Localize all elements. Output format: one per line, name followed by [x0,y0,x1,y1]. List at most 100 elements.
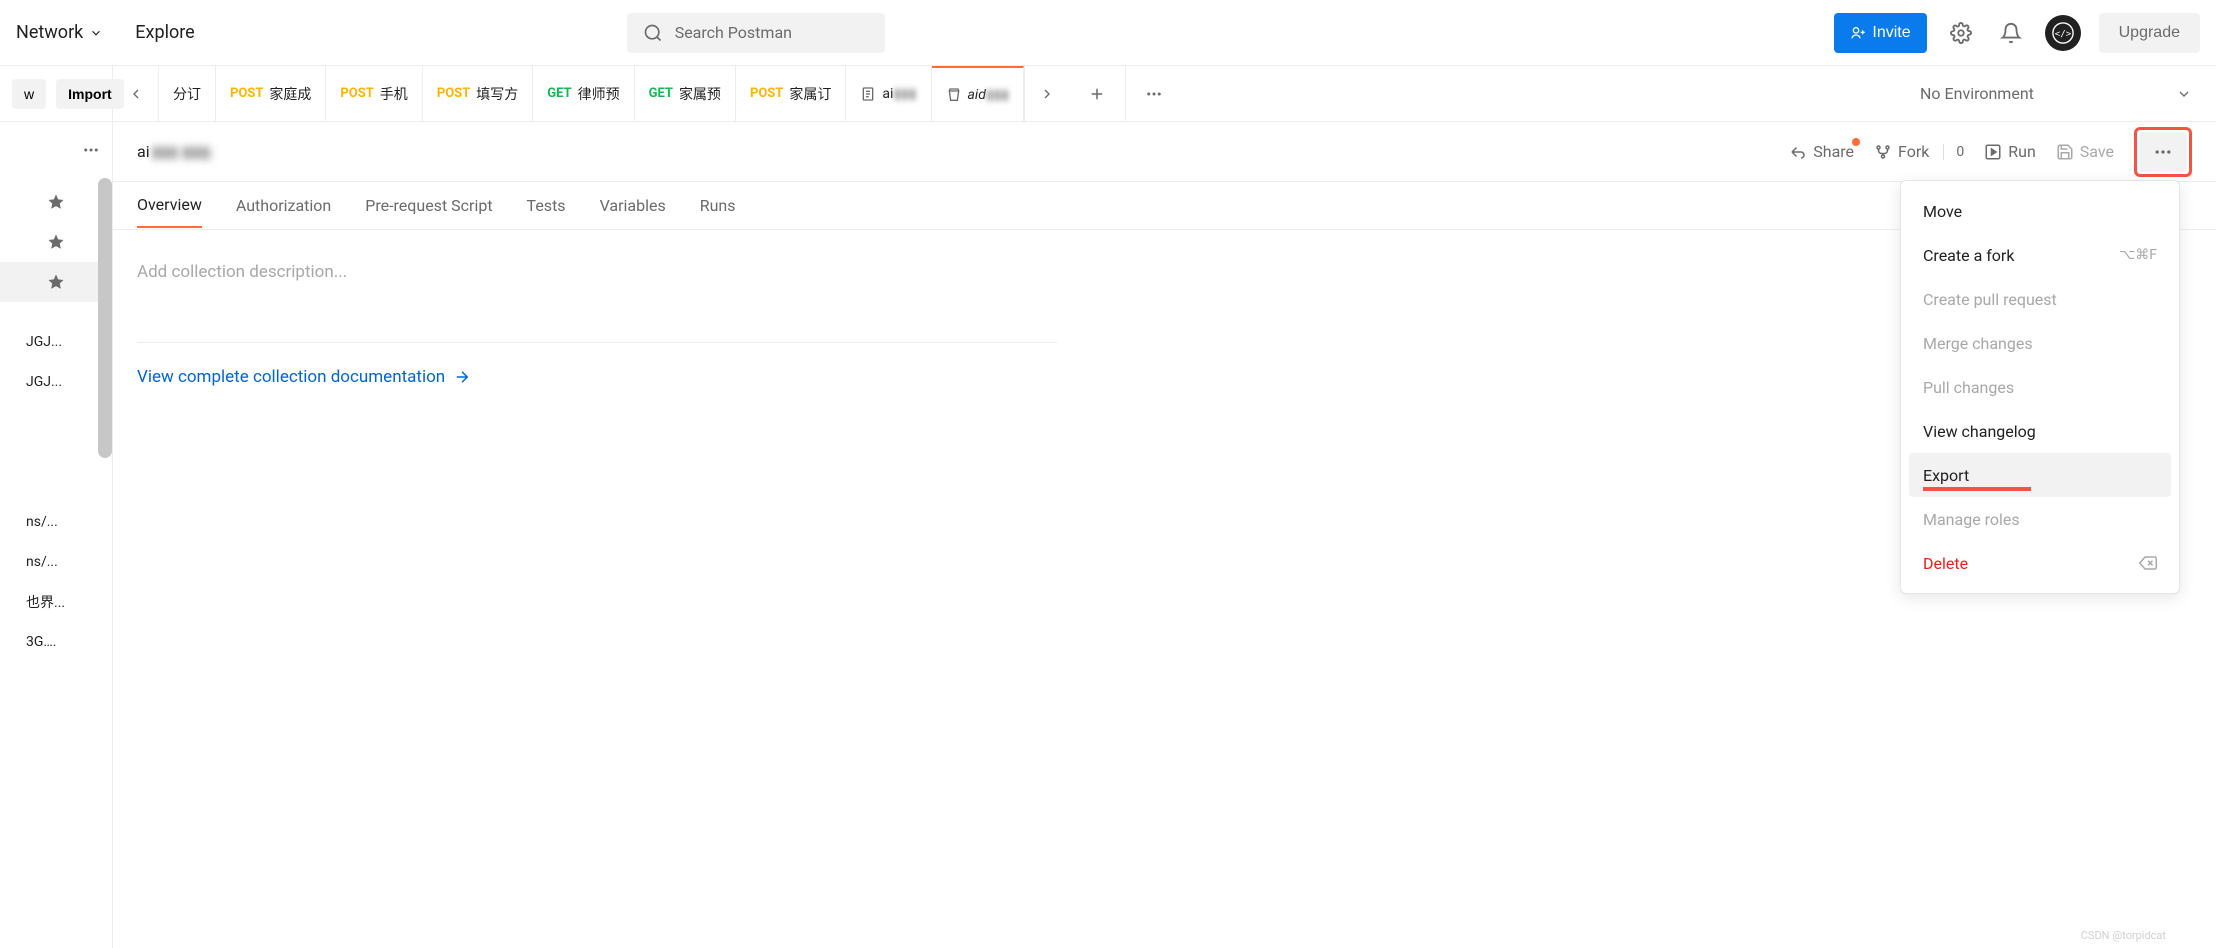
tab[interactable]: 分订 [159,66,216,121]
share-icon [1789,143,1807,161]
method-badge: POST [340,86,373,101]
tabs-scroll-right[interactable] [1024,66,1070,121]
search-box[interactable]: Search Postman [627,13,885,53]
nav-explore[interactable]: Explore [135,22,194,43]
dropdown-label: Merge changes [1923,334,2033,353]
sidebar-items: JGJ... JGJ... ns/... ns/... 也界... 3G…. [0,182,112,948]
dots-icon [1145,85,1163,103]
title-blur: ▮▮▮ ▮▮▮j [152,142,213,161]
tab[interactable]: aid▮▮▮ [932,66,1024,121]
tab[interactable]: POST家庭成 [216,66,326,121]
sidebar-item-label: JGJ... [26,334,62,350]
sidebar-star[interactable] [0,222,112,262]
sidebar-star[interactable] [0,182,112,222]
dropdown-item-create-pull-request: Create pull request [1909,277,2171,321]
chevron-left-icon [128,86,144,102]
sidebar-options[interactable] [82,141,100,163]
content-tab-runs[interactable]: Runs [700,184,736,227]
avatar[interactable]: </> [2045,15,2081,51]
more-options-button[interactable] [2139,132,2187,172]
sidebar-scrollbar[interactable] [98,178,112,458]
collection-title[interactable]: ai ▮▮▮ ▮▮▮j [137,142,212,161]
header-actions: Share Fork 0 Run Save [1789,127,2192,177]
divider [137,342,1057,343]
tab-label: aid [968,87,986,103]
left-actions: w Import [0,66,113,121]
tab-blur: ▮▮▮ [986,87,1009,103]
tab-options-button[interactable] [1126,66,1182,121]
content-tab-pre-request-script[interactable]: Pre-request Script [365,184,492,227]
share-button[interactable]: Share [1789,142,1854,161]
dropdown-item-create-a-fork[interactable]: Create a fork ⌥⌘F [1909,233,2171,277]
tabs-container: 分订 POST家庭成POST手机POST填写方 GET 律师预 GET家属预POST家属… [113,66,1896,121]
sidebar-item[interactable]: 也界... [0,582,112,622]
view-documentation-link[interactable]: View complete collection documentation [137,367,1992,387]
invite-label: Invite [1872,24,1910,42]
fork-button[interactable]: Fork [1874,142,1929,161]
second-bar: w Import 分订POST家庭成POST手机POST填写方GET律师预GET… [0,66,2216,122]
dropdown-label: Create a fork [1923,246,2014,265]
dropdown-item-merge-changes: Merge changes [1909,321,2171,365]
new-button[interactable]: w [12,79,46,109]
sidebar-item[interactable]: ns/... [0,542,112,582]
notification-dot [1852,138,1860,146]
dropdown-item-delete[interactable]: Delete [1909,541,2171,585]
highlight-underline [1923,487,2031,491]
upgrade-button[interactable]: Upgrade [2099,13,2200,53]
new-tab-button[interactable] [1070,66,1126,121]
sidebar-item[interactable]: JGJ... [0,322,112,362]
environment-selector[interactable]: No Environment [1896,66,2216,121]
chevron-right-icon [1039,86,1055,102]
star-icon [47,273,65,291]
nav-network-label: Network [16,22,83,43]
sidebar-star[interactable] [0,262,112,302]
dropdown-label: Delete [1923,554,1968,573]
save-label: Save [2080,142,2114,161]
tab[interactable]: POST填写方 [423,66,533,121]
tab[interactable]: POST手机 [326,66,422,121]
tab[interactable]: ai▮▮▮ [846,66,931,121]
dropdown-item-pull-changes: Pull changes [1909,365,2171,409]
sidebar-item[interactable]: 3G…. [0,622,112,662]
tab[interactable]: GET家属预 [635,66,736,121]
sidebar-item[interactable]: ns/... [0,502,112,542]
nav-network[interactable]: Network [16,22,103,43]
tab-label: 分订 [173,84,201,104]
invite-button[interactable]: Invite [1834,13,1926,53]
play-icon [1984,143,2002,161]
more-highlight [2134,127,2192,177]
watermark: CSDN @torpidcat [2081,929,2166,942]
notifications-button[interactable] [1995,17,2027,49]
top-header: Network Explore Search Postman Invite </… [0,0,2216,66]
tab[interactable]: GET 律师预 [533,66,634,121]
dropdown-item-move[interactable]: Move [1909,189,2171,233]
tabs-scroll-left[interactable] [113,66,159,121]
sidebar-item-label: ns/... [26,514,58,530]
method-badge: GET [649,86,673,101]
chevron-down-icon [89,26,103,40]
tab-label: ai [882,86,893,102]
star-icon [47,193,65,211]
content-tab-tests[interactable]: Tests [527,184,566,227]
content-tab-authorization[interactable]: Authorization [236,184,331,227]
dropdown-label: Move [1923,202,1962,221]
method-badge: GET [547,86,571,101]
sidebar-item[interactable]: JGJ... [0,362,112,402]
content: ai ▮▮▮ ▮▮▮j Share Fork 0 Run [113,122,2216,948]
sidebar-item-label: 3G…. [26,634,56,650]
title-text: ai [137,142,150,161]
description-input[interactable]: Add collection description... [137,254,1992,290]
dropdown-item-manage-roles: Manage roles [1909,497,2171,541]
fork-icon [1874,143,1892,161]
run-button[interactable]: Run [1984,142,2036,161]
settings-button[interactable] [1945,17,1977,49]
tab-label: 律师预 [578,84,620,104]
nav-explore-label: Explore [135,22,194,43]
save-button[interactable]: Save [2056,142,2114,161]
content-tab-overview[interactable]: Overview [137,183,202,228]
dropdown-label: Export [1923,466,1969,485]
shortcut: ⌥⌘F [2119,247,2157,263]
tab[interactable]: POST家属订 [736,66,846,121]
content-tab-variables[interactable]: Variables [600,184,666,227]
dropdown-item-view-changelog[interactable]: View changelog [1909,409,2171,453]
